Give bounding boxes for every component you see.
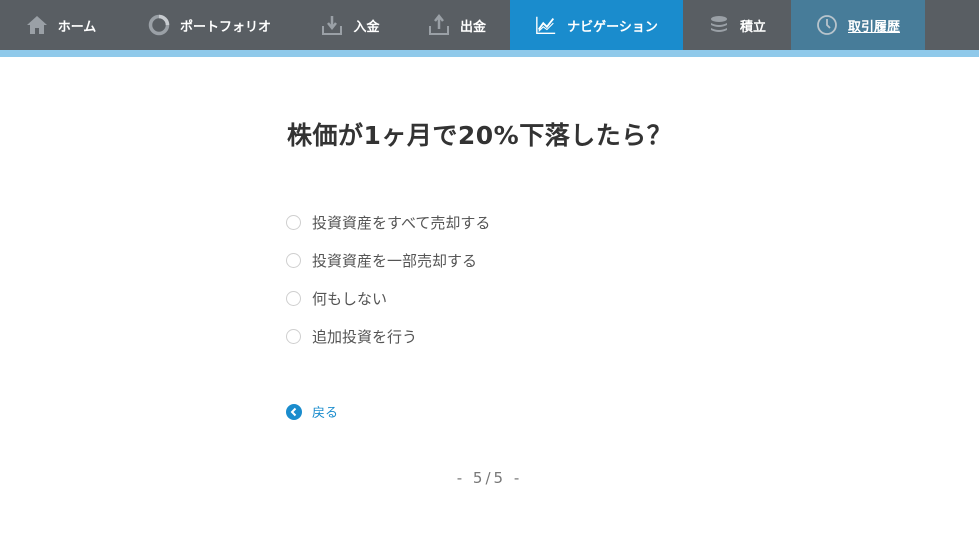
option-label: 追加投資を行う [312,327,418,346]
answer-options: 投資資産をすべて売却する 投資資産を一部売却する 何もしない 追加投資を行う [286,203,490,355]
coins-stack-icon [708,14,730,36]
option-label: 投資資産をすべて売却する [312,213,491,232]
nav-deposit[interactable]: 入金 [297,0,404,50]
nav-withdraw[interactable]: 出金 [404,0,510,50]
radio-button[interactable] [286,214,301,230]
nav-history[interactable]: 取引履歴 [791,0,925,50]
option-label: 投資資産を一部売却する [312,251,478,270]
option-invest-more[interactable]: 追加投資を行う [286,317,490,355]
nav-home[interactable]: ホーム [0,0,122,50]
radio-button[interactable] [286,252,301,268]
home-icon [26,14,48,36]
nav-tsumitate-label: 積立 [739,19,766,35]
option-label: 何もしない [312,289,388,308]
nav-navigation-label: ナビゲーション [567,19,658,35]
radio-button[interactable] [286,290,301,306]
deposit-icon [321,14,343,36]
option-sell-all[interactable]: 投資資産をすべて売却する [286,203,490,241]
radio-button[interactable] [286,328,301,344]
option-sell-part[interactable]: 投資資産を一部売却する [286,241,490,279]
nav-accent-bar [0,50,979,57]
nav-history-label: 取引履歴 [847,19,900,35]
nav-withdraw-label: 出金 [459,19,486,35]
nav-tsumitate[interactable]: 積立 [683,0,791,50]
back-link[interactable]: 戻る [286,402,338,421]
nav-portfolio[interactable]: ポートフォリオ [122,0,297,50]
portfolio-ring-icon [148,14,170,36]
chart-line-icon [535,14,557,36]
chevron-left-icon [286,403,302,420]
top-nav: ホーム ポートフォリオ 入金 出金 ナビゲーション 積立 取引履歴 [0,0,979,50]
withdraw-icon [428,14,450,36]
question-title: 株価が1ヶ月で20%下落したら？ [287,121,673,150]
clock-icon [816,14,838,36]
nav-navigation[interactable]: ナビゲーション [510,0,683,50]
option-do-nothing[interactable]: 何もしない [286,279,490,317]
page-indicator: - 5/5 - [456,469,523,487]
nav-portfolio-label: ポートフォリオ [179,19,271,35]
nav-deposit-label: 入金 [353,19,380,35]
back-label: 戻る [312,406,339,421]
nav-home-label: ホーム [57,19,97,35]
